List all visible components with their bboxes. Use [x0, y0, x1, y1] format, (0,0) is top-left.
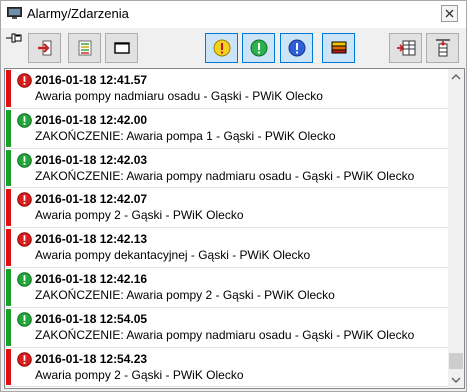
- event-timestamp: 2016-01-18 12:42.13: [35, 232, 148, 247]
- event-message: ZAKOŃCZENIE: Awaria pompy nadmiaru osadu…: [35, 168, 415, 183]
- monitor-icon: [7, 7, 22, 19]
- event-timestamp: 2016-01-18 12:41.57: [35, 73, 148, 87]
- status-bar: [6, 109, 11, 147]
- column-insert-icon: [396, 40, 415, 56]
- event-row[interactable]: 2016-01-18 12:41.57 Awaria pompy nadmiaru…: [5, 69, 448, 109]
- yellow-warning-icon: [213, 39, 230, 57]
- close-button[interactable]: [441, 5, 458, 22]
- scroll-down-icon[interactable]: [448, 371, 464, 388]
- blue-info-icon: [288, 39, 305, 57]
- event-row[interactable]: 2016-01-18 12:42.03 ZAKOŃCZENIE: Awaria p…: [5, 149, 448, 189]
- exit-button[interactable]: [28, 33, 61, 63]
- scroll-up-icon[interactable]: [448, 69, 464, 86]
- success-icon: [17, 272, 32, 287]
- list-button[interactable]: [68, 33, 101, 63]
- column-insert-button[interactable]: [389, 33, 422, 63]
- green-ok-icon: [250, 39, 267, 57]
- pin-icon[interactable]: [5, 31, 23, 45]
- event-timestamp: 2016-01-18 12:42.07: [35, 192, 148, 207]
- event-row[interactable]: 2016-01-18 12:42.16 ZAKOŃCZENIE: Awaria p…: [5, 268, 448, 308]
- vertical-scrollbar[interactable]: [448, 69, 464, 388]
- event-message: Awaria pompy 2 - Gąski - PWiK Olecko: [35, 208, 244, 223]
- event-timestamp: 2016-01-18 12:42.16: [35, 271, 148, 286]
- status-bar: [6, 149, 11, 187]
- filter-flag-button[interactable]: [322, 33, 355, 63]
- status-bar: [6, 189, 11, 227]
- vertical-align-icon: [435, 39, 450, 57]
- error-icon: [17, 73, 32, 88]
- blank-button[interactable]: [105, 33, 138, 63]
- event-message: Awaria pompy dekantacyjnej - Gąski - PWi…: [35, 248, 311, 263]
- event-list[interactable]: 2016-01-18 12:41.57 Awaria pompy nadmiaru…: [4, 68, 465, 389]
- filter-warning-button[interactable]: [205, 33, 238, 63]
- status-bar: [6, 229, 11, 266]
- close-icon: [445, 9, 454, 18]
- success-icon: [17, 152, 32, 168]
- window-title: Alarmy/Zdarzenia: [27, 6, 129, 21]
- toolbar: [1, 28, 466, 68]
- event-message: ZAKOŃCZENIE: Awaria pompy 2 - Gąski - PW…: [35, 287, 335, 302]
- exit-door-icon: [37, 40, 51, 56]
- event-message: ZAKOŃCZENIE: Awaria pompy nadmiaru osadu…: [35, 327, 415, 342]
- event-row[interactable]: 2016-01-18 12:42.00 ZAKOŃCZENIE: Awaria p…: [5, 109, 448, 149]
- status-bar: [6, 268, 11, 306]
- status-bar: [6, 348, 11, 386]
- status-bar: [6, 308, 11, 346]
- error-icon: [17, 192, 32, 208]
- alarm-window: Alarmy/Zdarzenia 2016-01-18 12:41.57 Awa…: [0, 0, 467, 392]
- event-timestamp: 2016-01-18 12:42.00: [35, 112, 148, 127]
- event-row[interactable]: 2016-01-18 12:54.05 ZAKOŃCZENIE: Awaria p…: [5, 308, 448, 348]
- event-rows: 2016-01-18 12:41.57 Awaria pompy nadmiaru…: [5, 69, 448, 388]
- event-timestamp: 2016-01-18 12:54.23: [35, 351, 148, 366]
- align-button[interactable]: [426, 33, 459, 63]
- error-icon: [17, 351, 32, 367]
- list-icon: [78, 40, 91, 56]
- event-message: ZAKOŃCZENIE: Awaria pompa 1 - Gąski - PW…: [35, 128, 336, 143]
- flag-icon: [331, 41, 346, 54]
- event-row[interactable]: 2016-01-18 12:54.23 Awaria pompy 2 - Gąsk…: [5, 348, 448, 388]
- scrollbar-thumb[interactable]: [449, 353, 463, 369]
- event-timestamp: 2016-01-18 12:54.05: [35, 311, 148, 326]
- error-icon: [17, 232, 32, 247]
- event-row[interactable]: 2016-01-18 12:42.07 Awaria pompy 2 - Gąsk…: [5, 188, 448, 229]
- success-icon: [17, 112, 32, 128]
- event-message: Awaria pompy 2 - Gąski - PWiK Olecko: [35, 367, 244, 382]
- event-row[interactable]: 2016-01-18 12:42.13 Awaria pompy dekantac…: [5, 228, 448, 268]
- event-message: Awaria pompy nadmiaru osadu - Gąski - PW…: [35, 89, 323, 103]
- filter-info-button[interactable]: [280, 33, 313, 63]
- success-icon: [17, 311, 32, 327]
- title-bar[interactable]: Alarmy/Zdarzenia: [1, 1, 466, 28]
- window-icon: [113, 42, 130, 54]
- status-bar: [6, 70, 11, 107]
- filter-ok-button[interactable]: [242, 33, 275, 63]
- event-timestamp: 2016-01-18 12:42.03: [35, 152, 148, 167]
